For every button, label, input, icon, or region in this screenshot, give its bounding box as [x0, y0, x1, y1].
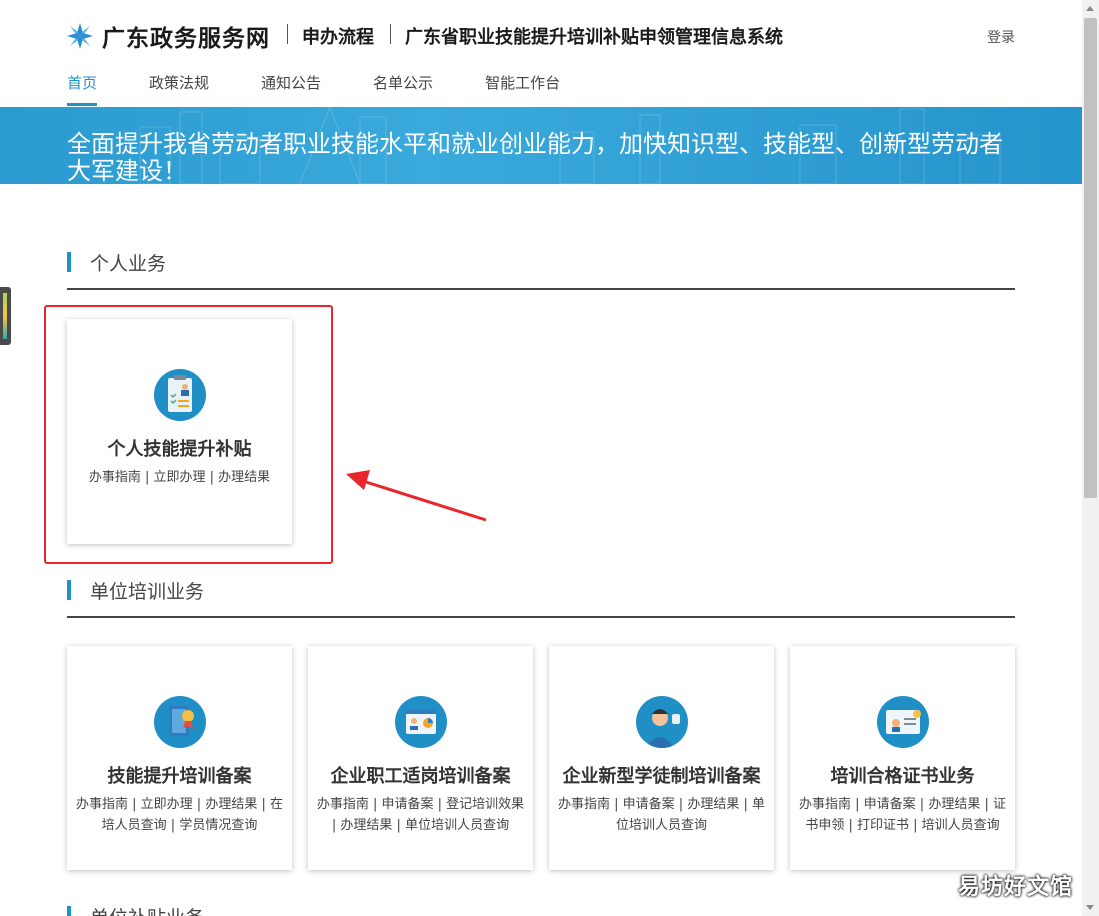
system-title: 广东省职业技能提升培训补贴申领管理信息系统	[405, 27, 783, 48]
card-employee-training-filing[interactable]: 企业职工适岗培训备案 办事指南 | 申请备案 | 登记培训效果 | 办理结果 |…	[308, 646, 533, 870]
highlight-annotation-box	[44, 305, 333, 564]
section-title: 单位补贴业务	[90, 903, 204, 916]
card-title: 培训合格证书业务	[830, 766, 975, 787]
card-links[interactable]: 办事指南 | 立即办理 | 办理结果 | 在培人员查询 | 学员情况查询	[67, 794, 292, 836]
document-chart-icon	[394, 696, 447, 748]
section-title: 单位培训业务	[90, 580, 205, 603]
section-divider	[67, 616, 1015, 618]
site-logo[interactable]: 广东政务服务网	[66, 19, 270, 53]
card-links[interactable]: 办事指南 | 申请备案 | 登记培训效果 | 办理结果 | 单位培训人员查询	[308, 794, 533, 836]
card-title: 企业职工适岗培训备案	[330, 766, 511, 787]
side-widget-tab[interactable]	[0, 287, 11, 345]
login-link[interactable]: 登录	[987, 27, 1015, 47]
section-unit-training: 单位培训业务	[67, 579, 205, 603]
section-marker	[67, 580, 71, 600]
person-thumbs-up-icon	[635, 696, 688, 748]
nav-list-publicity[interactable]: 名单公示	[373, 72, 433, 106]
header-separator	[390, 24, 391, 44]
site-header: 广东政务服务网 申办流程 广东省职业技能提升培训补贴申领管理信息系统 登录 首页…	[0, 0, 1082, 107]
nav-notice[interactable]: 通知公告	[261, 72, 321, 106]
scroll-down-icon[interactable]	[1086, 905, 1094, 910]
section-unit-subsidy: 单位补贴业务	[67, 905, 204, 916]
section-title: 个人业务	[90, 252, 167, 275]
site-name: 广东政务服务网	[102, 26, 270, 52]
banner-slogan: 全面提升我省劳动者职业技能水平和就业创业能力，加快知识型、技能型、创新型劳动者大…	[67, 130, 1003, 185]
scroll-up-icon[interactable]	[1086, 6, 1094, 11]
card-apprentice-training-filing[interactable]: 企业新型学徒制培训备案 办事指南 | 申请备案 | 办理结果 | 单位培训人员查…	[549, 646, 774, 870]
section-personal: 个人业务	[67, 251, 167, 275]
certificate-icon	[876, 696, 929, 748]
card-links[interactable]: 办事指南 | 申请备案 | 办理结果 | 单位培训人员查询	[549, 794, 774, 836]
main-nav: 首页 政策法规 通知公告 名单公示 智能工作台	[67, 72, 612, 106]
header-separator	[287, 24, 288, 44]
card-links[interactable]: 办事指南 | 申请备案 | 办理结果 | 证书申领 | 打印证书 | 培训人员查…	[790, 794, 1015, 836]
nav-workbench[interactable]: 智能工作台	[485, 72, 560, 106]
annotation-arrow-icon	[346, 470, 487, 522]
certificate-book-icon	[153, 696, 206, 748]
card-title: 企业新型学徒制培训备案	[562, 766, 761, 787]
card-title: 技能提升培训备案	[107, 766, 252, 787]
section-divider	[67, 288, 1015, 290]
breadcrumb-process[interactable]: 申办流程	[302, 23, 374, 49]
section-marker	[67, 252, 71, 272]
scroll-thumb[interactable]	[1084, 18, 1097, 498]
section-marker	[67, 906, 71, 916]
page-scrollbar[interactable]	[1082, 0, 1099, 916]
hero-banner: 全面提升我省劳动者职业技能水平和就业创业能力，加快知识型、技能型、创新型劳动者大…	[0, 107, 1082, 184]
nav-home[interactable]: 首页	[67, 72, 98, 106]
logo-icon	[67, 23, 93, 49]
nav-policy[interactable]: 政策法规	[149, 72, 209, 106]
watermark: 易坊好文馆	[957, 875, 1073, 900]
card-skill-training-filing[interactable]: 技能提升培训备案 办事指南 | 立即办理 | 办理结果 | 在培人员查询 | 学…	[67, 646, 292, 870]
card-training-certificate[interactable]: 培训合格证书业务 办事指南 | 申请备案 | 办理结果 | 证书申领 | 打印证…	[790, 646, 1015, 870]
